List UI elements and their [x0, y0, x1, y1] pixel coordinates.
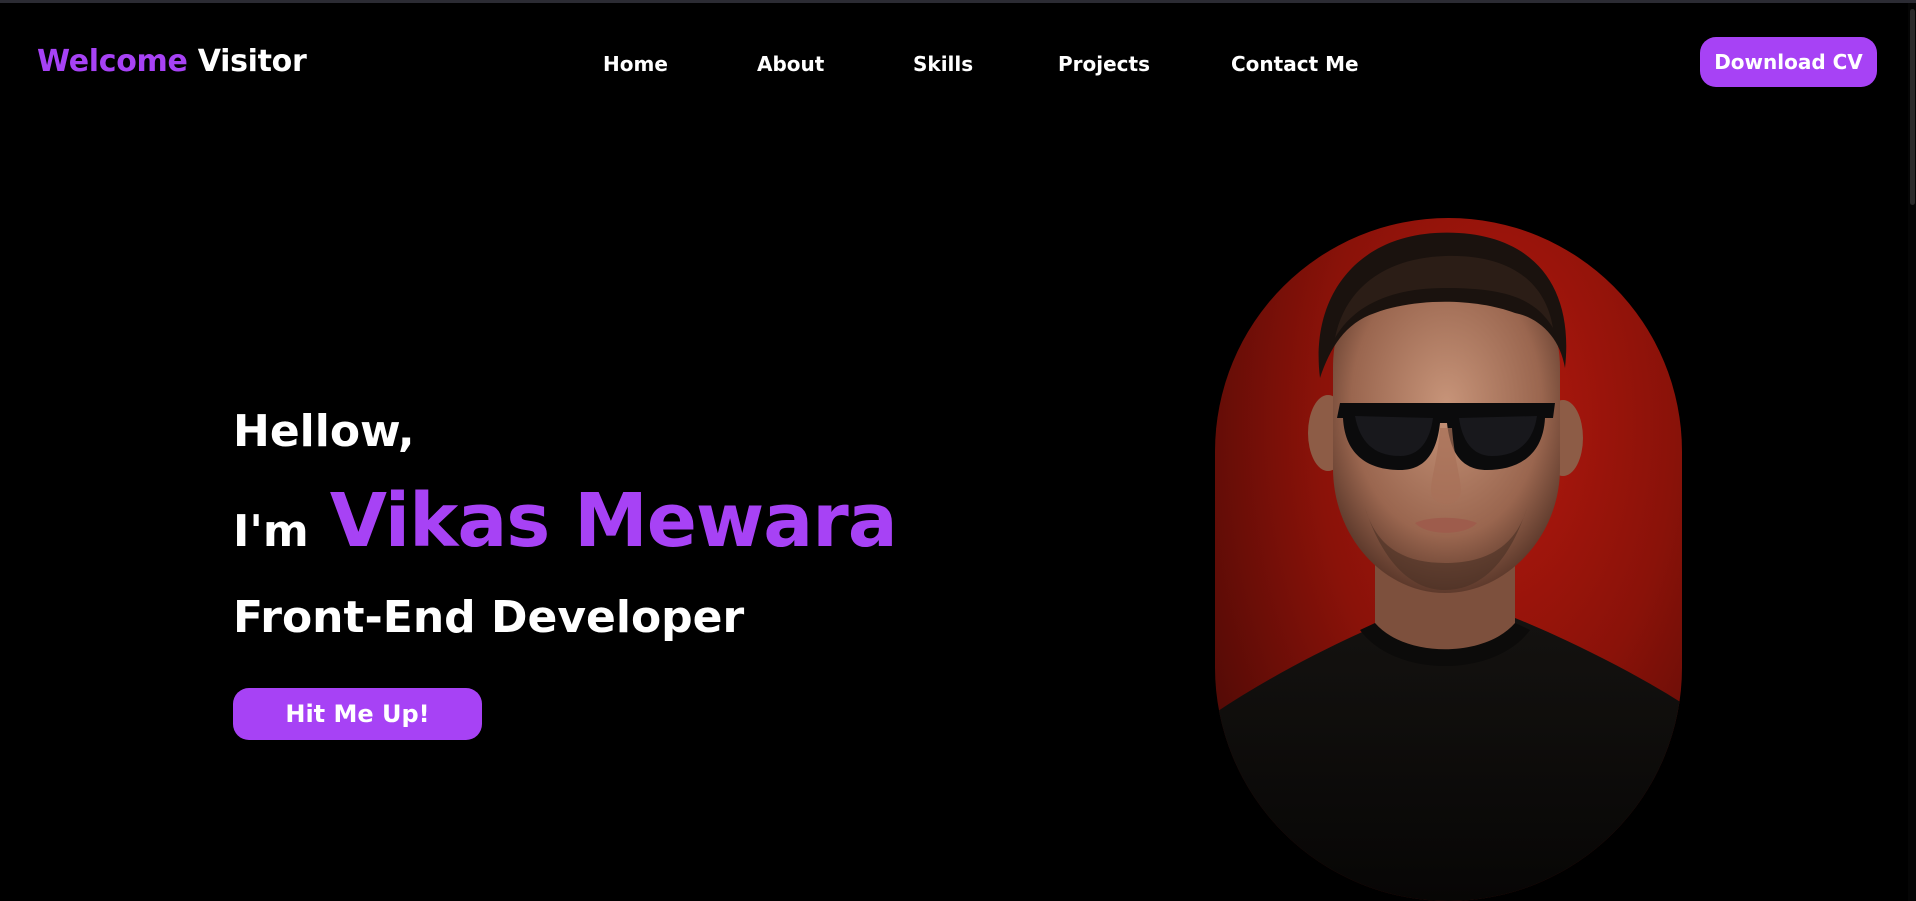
- nav-contact-link[interactable]: Contact Me: [1231, 52, 1359, 76]
- download-cv-button[interactable]: Download CV: [1700, 37, 1877, 87]
- person-portrait-icon: [1215, 232, 1682, 901]
- hero-name: Vikas Mewara: [329, 478, 898, 564]
- hero-greeting: Hellow,: [233, 406, 415, 457]
- nav-skills-link[interactable]: Skills: [913, 52, 973, 76]
- nav-about-link[interactable]: About: [757, 52, 824, 76]
- top-border: [0, 0, 1916, 3]
- hero-role: Front-End Developer: [233, 592, 745, 643]
- main-nav: Home About Skills Projects Contact Me: [0, 52, 1916, 82]
- scrollbar-thumb[interactable]: [1910, 9, 1915, 205]
- nav-home-link[interactable]: Home: [603, 52, 668, 76]
- hero-intro: I'm Vikas Mewara: [233, 478, 898, 564]
- nav-projects-link[interactable]: Projects: [1058, 52, 1150, 76]
- hit-me-up-button[interactable]: Hit Me Up!: [233, 688, 482, 740]
- page: Welcome Visitor Home About Skills Projec…: [0, 0, 1916, 901]
- portrait-image: [1215, 218, 1682, 901]
- scrollbar[interactable]: [1908, 3, 1916, 901]
- hero-im-text: I'm: [233, 506, 309, 557]
